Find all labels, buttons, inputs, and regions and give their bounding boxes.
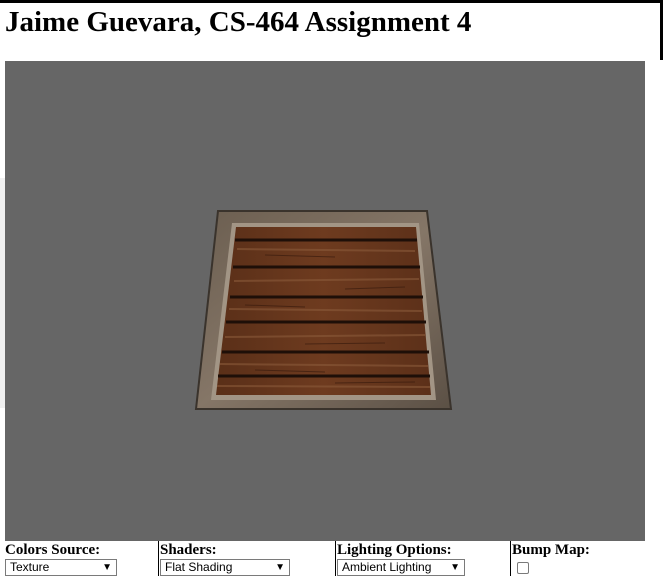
colors-source-control: Colors Source: Texture ▼: [5, 541, 155, 576]
lighting-select[interactable]: Ambient Lighting ▼: [337, 559, 465, 576]
page-title: Jaime Guevara, CS-464 Assignment 4: [5, 6, 472, 38]
shaders-control: Shaders: Flat Shading ▼: [160, 541, 335, 576]
shaders-value: Flat Shading: [165, 560, 233, 574]
shaders-select[interactable]: Flat Shading ▼: [160, 559, 290, 576]
lighting-label: Lighting Options:: [337, 542, 452, 558]
controls-bar: Colors Source: Texture ▼ Shaders: Flat S…: [0, 541, 663, 576]
chevron-down-icon: ▼: [450, 562, 460, 573]
colors-source-select[interactable]: Texture ▼: [5, 559, 117, 576]
bump-map-control: Bump Map:: [512, 541, 652, 576]
webgl-canvas[interactable]: [5, 61, 645, 541]
colors-source-value: Texture: [10, 560, 50, 574]
lighting-value: Ambient Lighting: [342, 560, 432, 574]
divider: [335, 541, 336, 576]
bump-map-checkbox[interactable]: [517, 562, 529, 574]
shaders-label: Shaders:: [160, 542, 217, 558]
chevron-down-icon: ▼: [275, 562, 285, 573]
chevron-down-icon: ▼: [102, 562, 112, 573]
divider: [158, 541, 159, 576]
divider: [510, 541, 511, 576]
lighting-control: Lighting Options: Ambient Lighting ▼: [337, 541, 507, 576]
bump-map-label: Bump Map:: [512, 542, 590, 558]
colors-source-label: Colors Source:: [5, 542, 101, 558]
rendered-crate: [194, 210, 453, 410]
